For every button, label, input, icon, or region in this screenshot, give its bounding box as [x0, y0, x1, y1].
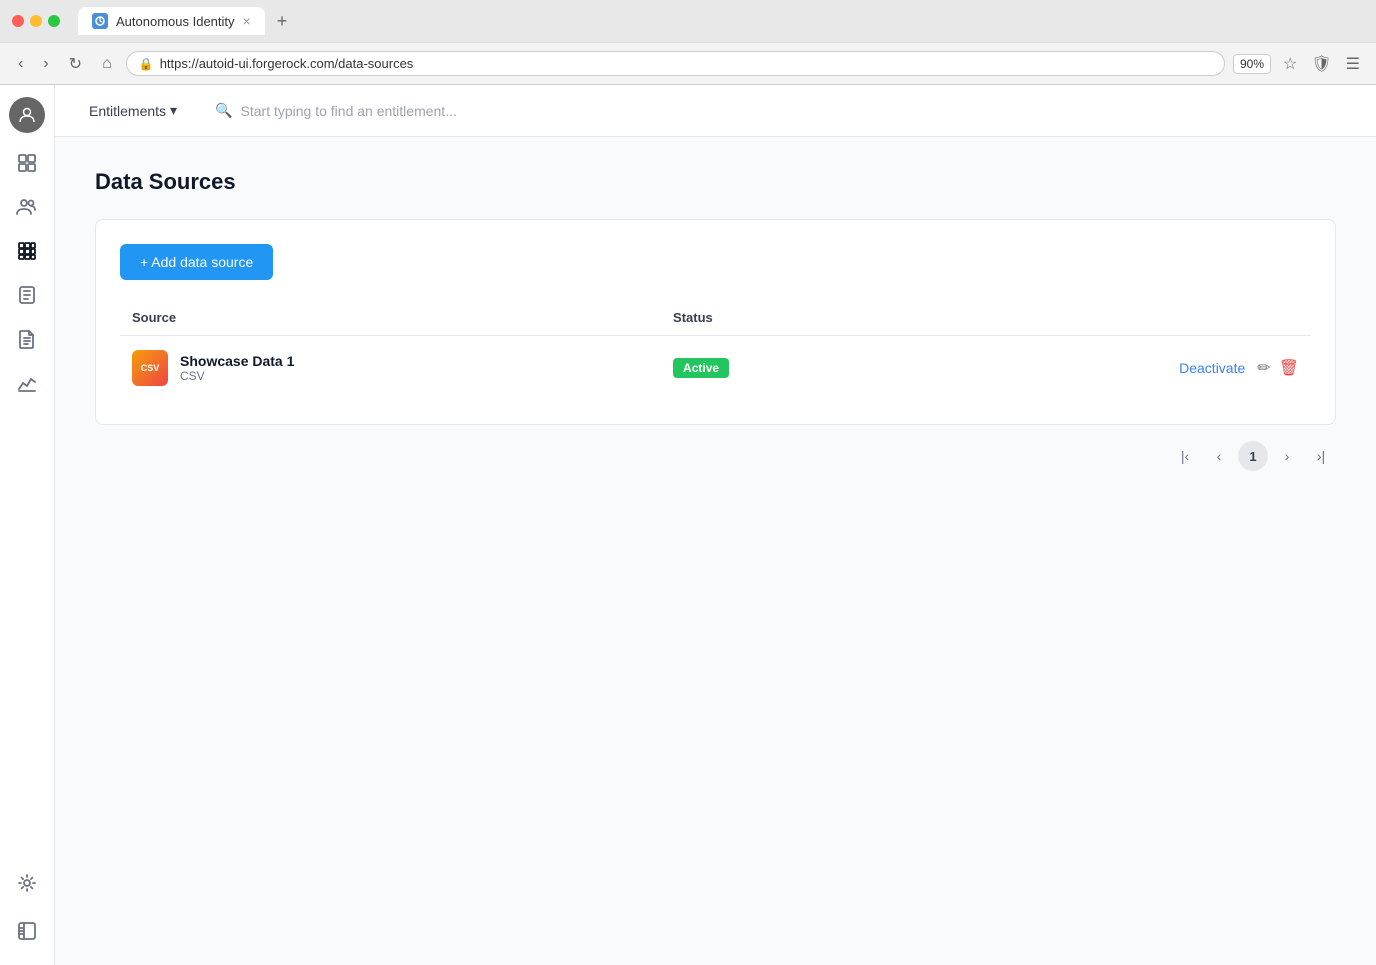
browser-toolbar: ‹ › ↻ ⌂ 🔒 https://autoid-ui.forgerock.co… [0, 42, 1376, 84]
top-nav: Entitlements ▾ 🔍 Start typing to find an… [55, 85, 1376, 137]
sidebar-item-grid[interactable] [7, 233, 47, 273]
action-icons: ✏ 🗑 [1257, 358, 1299, 378]
back-button[interactable]: ‹ [12, 51, 29, 77]
sidebar-item-dashboard[interactable] [7, 145, 47, 185]
minimize-dot[interactable] [30, 15, 42, 27]
status-badge: Active [673, 358, 729, 378]
first-page-button[interactable]: |‹ [1170, 441, 1200, 471]
home-button[interactable]: ⌂ [96, 51, 118, 77]
sidebar-item-analytics[interactable] [7, 365, 47, 405]
search-placeholder: Start typing to find an entitlement... [241, 103, 457, 119]
column-actions [893, 300, 1311, 336]
page-title: Data Sources [95, 169, 1336, 195]
sidebar-item-settings[interactable] [7, 865, 47, 905]
entitlements-dropdown[interactable]: Entitlements ▾ [79, 96, 187, 125]
data-sources-table: Source Status CSV [120, 300, 1311, 400]
delete-icon[interactable]: 🗑 [1279, 358, 1299, 378]
table-row: CSV Showcase Data 1 CSV Active [120, 336, 1311, 401]
sidebar [0, 85, 55, 965]
next-page-button[interactable]: › [1272, 441, 1302, 471]
pagination: |‹ ‹ 1 › ›| [95, 441, 1336, 471]
current-page-button[interactable]: 1 [1238, 441, 1268, 471]
sidebar-item-reports[interactable] [7, 321, 47, 361]
reading-list-icon[interactable]: ☰ [1342, 50, 1364, 78]
close-dot[interactable] [12, 15, 24, 27]
source-type-icon: CSV [132, 350, 168, 386]
table-header: Source Status [120, 300, 1311, 336]
main-content: Entitlements ▾ 🔍 Start typing to find an… [55, 85, 1376, 965]
maximize-dot[interactable] [48, 15, 60, 27]
browser-toolbar-icons: ☆ 🛡 ☰ [1279, 50, 1364, 78]
search-icon: 🔍 [215, 102, 232, 119]
sidebar-item-toggle[interactable] [7, 913, 47, 953]
add-data-source-button[interactable]: + Add data source [120, 244, 273, 280]
new-tab-button[interactable]: + [277, 11, 288, 32]
source-icon-text: CSV [141, 363, 160, 373]
zoom-level: 90% [1233, 54, 1271, 74]
source-type: CSV [180, 369, 294, 383]
address-bar[interactable]: 🔒 https://autoid-ui.forgerock.com/data-s… [126, 51, 1225, 76]
bookmark-icon[interactable]: ☆ [1279, 50, 1301, 78]
add-button-label: + Add data source [140, 254, 253, 270]
avatar [9, 97, 45, 133]
dropdown-arrow-icon: ▾ [170, 102, 177, 119]
column-status: Status [661, 300, 893, 336]
source-name: Showcase Data 1 [180, 353, 294, 369]
column-source: Source [120, 300, 661, 336]
browser-titlebar: Autonomous Identity × + [0, 0, 1376, 42]
tab-close-button[interactable]: × [243, 13, 251, 29]
prev-page-button[interactable]: ‹ [1204, 441, 1234, 471]
secure-icon: 🔒 [139, 57, 154, 71]
shield-icon[interactable]: 🛡 [1307, 50, 1335, 78]
window-controls [12, 15, 60, 27]
sidebar-bottom [7, 865, 47, 953]
browser-chrome: Autonomous Identity × + ‹ › ↻ ⌂ 🔒 https:… [0, 0, 1376, 85]
app-layout: Entitlements ▾ 🔍 Start typing to find an… [0, 85, 1376, 965]
address-text: https://autoid-ui.forgerock.com/data-sou… [160, 56, 414, 71]
table-body: CSV Showcase Data 1 CSV Active [120, 336, 1311, 401]
tab-title: Autonomous Identity [116, 14, 235, 29]
forward-button[interactable]: › [37, 51, 54, 77]
refresh-button[interactable]: ↻ [63, 50, 88, 78]
source-cell: CSV Showcase Data 1 CSV [120, 336, 661, 401]
actions-cell: Deactivate ✏ 🗑 [893, 336, 1311, 401]
search-bar: 🔍 Start typing to find an entitlement... [203, 96, 1352, 125]
sidebar-item-users[interactable] [7, 189, 47, 229]
tab-favicon [92, 13, 108, 29]
edit-icon[interactable]: ✏ [1257, 358, 1270, 378]
last-page-button[interactable]: ›| [1306, 441, 1336, 471]
page-content: Data Sources + Add data source Source St… [55, 137, 1376, 965]
sidebar-item-tasks[interactable] [7, 277, 47, 317]
entitlements-label: Entitlements [89, 103, 166, 119]
status-cell: Active [661, 336, 893, 401]
data-sources-card: + Add data source Source Status [95, 219, 1336, 425]
deactivate-button[interactable]: Deactivate [1179, 360, 1245, 376]
browser-tab[interactable]: Autonomous Identity × [78, 7, 265, 35]
